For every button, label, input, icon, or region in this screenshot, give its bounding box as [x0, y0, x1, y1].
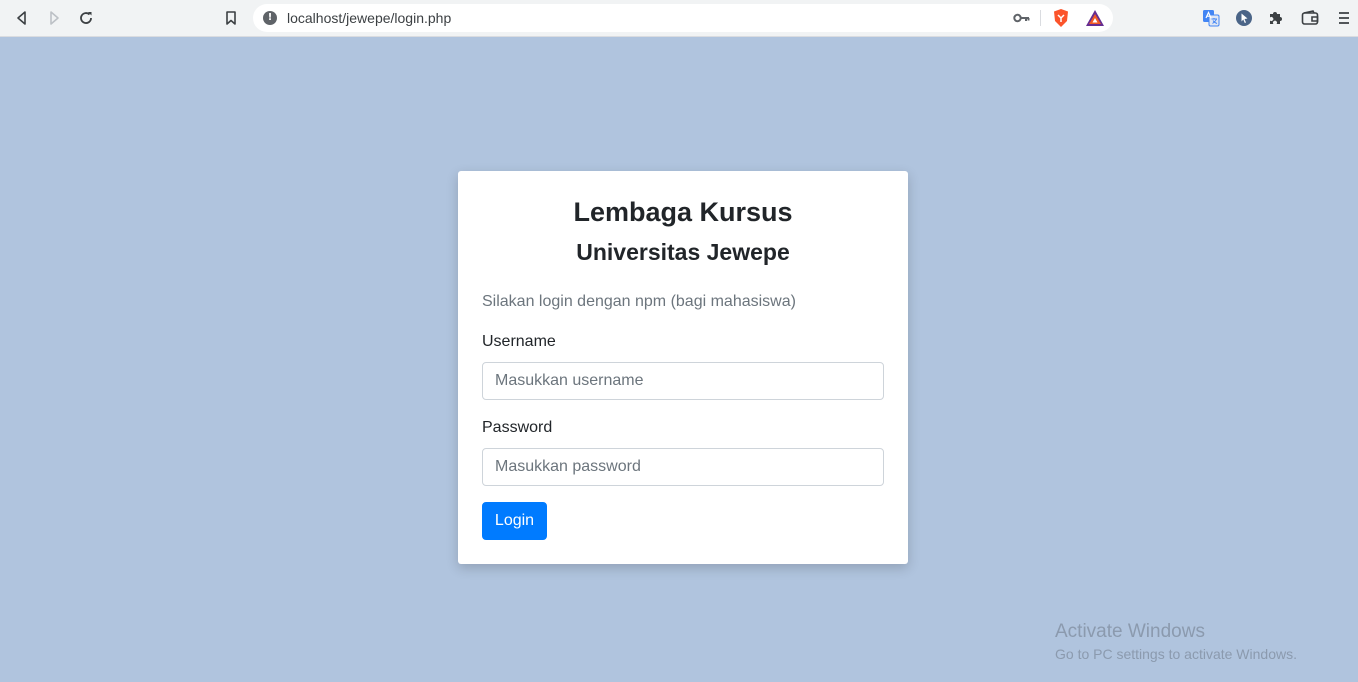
- key-icon[interactable]: [1010, 6, 1034, 30]
- forward-icon[interactable]: [42, 6, 66, 30]
- extension-cursor-icon[interactable]: [1232, 6, 1256, 30]
- login-hint: Silakan login dengan npm (bagi mahasiswa…: [482, 293, 796, 310]
- password-input[interactable]: [482, 448, 884, 486]
- back-icon[interactable]: [10, 6, 34, 30]
- reload-icon[interactable]: [74, 6, 98, 30]
- activate-windows-title: Activate Windows: [1055, 621, 1205, 642]
- brave-rewards-icon[interactable]: [1083, 6, 1107, 30]
- page-subtitle: Universitas Jewepe: [576, 239, 790, 265]
- page-title: Lembaga Kursus: [573, 197, 793, 227]
- password-label: Password: [482, 419, 553, 436]
- wallet-icon[interactable]: [1298, 6, 1322, 30]
- translate-icon[interactable]: [1199, 6, 1223, 30]
- login-button[interactable]: Login: [482, 502, 547, 540]
- activate-windows-subtitle: Go to PC settings to activate Windows.: [1055, 646, 1297, 662]
- extensions-puzzle-icon[interactable]: [1264, 6, 1288, 30]
- bookmark-icon[interactable]: [219, 6, 243, 30]
- url-divider: [1040, 10, 1041, 26]
- menu-icon[interactable]: [1332, 6, 1356, 30]
- username-input[interactable]: [482, 362, 884, 400]
- address-bar[interactable]: ! localhost/jewepe/login.php: [253, 4, 1113, 32]
- url-text[interactable]: localhost/jewepe/login.php: [287, 10, 451, 26]
- username-label: Username: [482, 333, 556, 350]
- login-card: Lembaga Kursus Universitas Jewepe Silaka…: [458, 171, 908, 564]
- site-info-icon[interactable]: !: [263, 11, 277, 25]
- brave-shields-icon[interactable]: [1049, 6, 1073, 30]
- browser-toolbar: ! localhost/jewepe/login.php: [0, 0, 1358, 37]
